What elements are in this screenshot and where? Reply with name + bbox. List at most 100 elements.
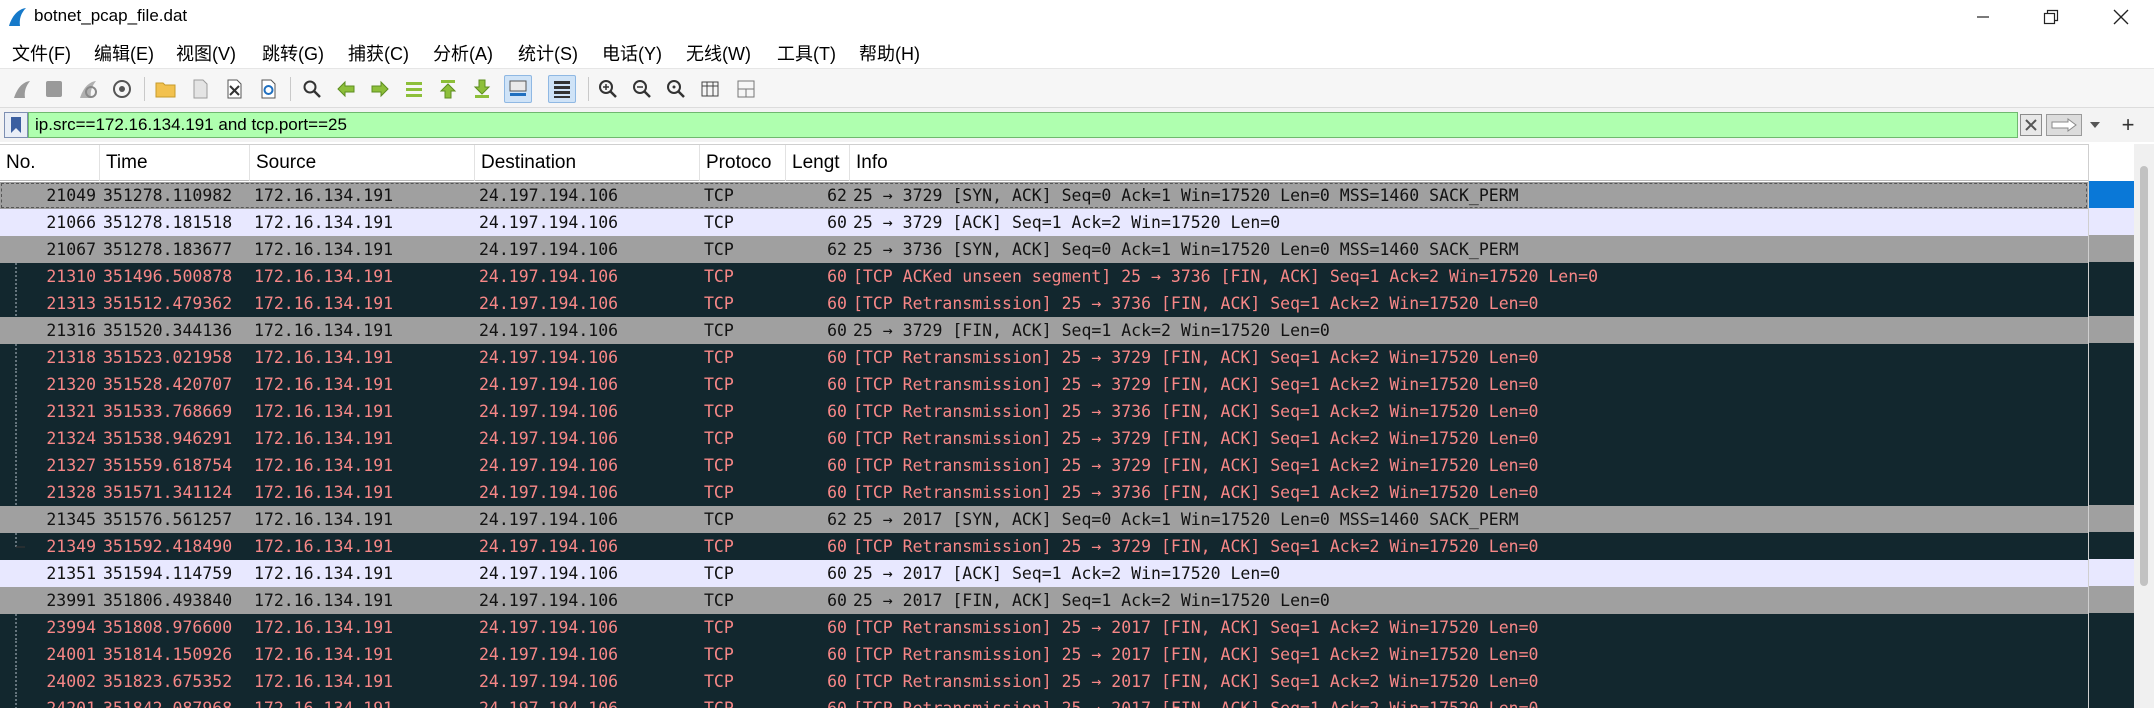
packet-destination: 24.197.194.106 <box>479 618 619 637</box>
minimize-button[interactable] <box>1952 0 2014 34</box>
layout-button[interactable] <box>732 75 760 103</box>
go-back-button[interactable] <box>332 75 360 103</box>
packet-time: 351842.087968 <box>103 695 253 708</box>
column-header-no[interactable]: No. <box>0 145 100 181</box>
menu-file[interactable]: 文件(F) <box>12 40 71 66</box>
packet-source: 172.16.134.191 <box>254 672 394 691</box>
menu-view[interactable]: 视图(V) <box>176 40 236 66</box>
menu-telephony[interactable]: 电话(Y) <box>602 40 662 66</box>
packet-row[interactable]: 24201351842.087968172.16.134.19124.197.1… <box>0 695 2088 708</box>
apply-filter-button[interactable] <box>2046 114 2082 136</box>
packet-row[interactable]: 21049 351278.110982 172.16.134.191 24.197.1… <box>0 182 2088 209</box>
display-filter-bar: ip.src==172.16.134.191 and tcp.port==25 … <box>0 108 2154 142</box>
packet-destination: 24.197.194.106 <box>479 591 619 610</box>
menu-analyze[interactable]: 分析(A) <box>433 40 493 66</box>
packet-row[interactable]: 24002 351823.675352 172.16.134.191 24.197.1… <box>0 668 2088 695</box>
packet-source: 172.16.134.191 <box>254 267 394 286</box>
packet-destination: 24.197.194.106 <box>479 672 619 691</box>
packet-row[interactable]: 21328 351571.341124 172.16.134.191 24.197.1… <box>0 479 2088 506</box>
restore-icon <box>2043 9 2059 25</box>
filter-history-dropdown[interactable] <box>2086 116 2104 134</box>
menu-statistics[interactable]: 统计(S) <box>518 40 578 66</box>
column-header-length[interactable]: Lengt <box>786 145 850 181</box>
packet-row[interactable]: 21321 351533.768669 172.16.134.191 24.197.1… <box>0 398 2088 425</box>
open-file-button[interactable] <box>152 75 180 103</box>
packet-info: 25 → 3729 [FIN, ACK] Seq=1 Ack=2 Win=175… <box>853 321 1330 340</box>
packet-row[interactable]: 23991 351806.493840 172.16.134.191 24.197.1… <box>0 587 2088 614</box>
normal-size-icon <box>667 80 685 98</box>
close-window-button[interactable] <box>2090 0 2152 34</box>
menu-go[interactable]: 跳转(G) <box>262 40 324 66</box>
packet-time: 351594.114759 <box>103 564 233 583</box>
packet-length: 60 <box>827 402 847 421</box>
find-icon <box>303 80 321 98</box>
last-packet-icon <box>473 79 491 98</box>
go-forward-button[interactable] <box>366 75 394 103</box>
packet-minimap[interactable] <box>2088 144 2135 708</box>
packet-info: [TCP Retransmission] 25 → 3729 [FIN, ACK… <box>853 348 1539 367</box>
packet-row[interactable]: 21351 351594.114759 172.16.134.191 24.197.1… <box>0 560 2088 587</box>
add-filter-button-icon[interactable]: + <box>2114 112 2142 138</box>
save-file-button[interactable] <box>186 75 214 103</box>
column-header-source[interactable]: Source <box>250 145 475 181</box>
first-packet-button[interactable] <box>434 75 462 103</box>
packet-row[interactable]: 21320 351528.420707 172.16.134.191 24.197.1… <box>0 371 2088 398</box>
find-packet-button[interactable] <box>298 75 326 103</box>
restart-capture-button[interactable] <box>74 75 102 103</box>
resize-columns-button[interactable] <box>696 75 724 103</box>
packet-row[interactable]: 21318 351523.021958 172.16.134.191 24.197.1… <box>0 344 2088 371</box>
packet-row[interactable]: 21349 351592.418490 172.16.134.191 24.197.1… <box>0 533 2088 560</box>
stop-capture-button[interactable] <box>40 75 68 103</box>
capture-options-button[interactable] <box>108 75 136 103</box>
normal-size-button[interactable] <box>662 75 690 103</box>
packet-row[interactable]: 21310 351496.500878 172.16.134.191 24.197.1… <box>0 263 2088 290</box>
minimap-stripe <box>2089 640 2135 667</box>
zoom-in-button[interactable] <box>594 75 622 103</box>
main-toolbar <box>0 68 2154 108</box>
packet-row[interactable]: 21066 351278.181518 172.16.134.191 24.197.1… <box>0 209 2088 236</box>
last-packet-button[interactable] <box>468 75 496 103</box>
menu-edit[interactable]: 编辑(E) <box>94 40 154 66</box>
packet-row[interactable]: 23994 351808.976600 172.16.134.191 24.197.1… <box>0 614 2088 641</box>
colorize-button[interactable] <box>548 75 576 103</box>
zoom-in-icon <box>599 80 617 98</box>
packet-info: [TCP Retransmission] 25 → 3736 [FIN, ACK… <box>853 402 1539 421</box>
close-file-button[interactable] <box>220 75 248 103</box>
menu-capture[interactable]: 捕获(C) <box>348 40 409 66</box>
packet-row[interactable]: 24001 351814.150926 172.16.134.191 24.197.1… <box>0 641 2088 668</box>
reload-icon <box>261 79 276 99</box>
shark-fin-start-icon <box>14 81 30 98</box>
window-title: botnet_pcap_file.dat <box>34 6 188 25</box>
packet-row[interactable]: 21316 351520.344136 172.16.134.191 24.197.1… <box>0 317 2088 344</box>
menu-tools[interactable]: 工具(T) <box>777 40 836 66</box>
scrollbar-thumb[interactable] <box>2140 166 2148 586</box>
menu-wireless[interactable]: 无线(W) <box>686 40 751 66</box>
minimap-stripe <box>2089 613 2135 640</box>
clear-filter-button[interactable] <box>2020 114 2042 136</box>
column-header-info[interactable]: Info <box>850 145 2088 181</box>
column-header-protocol[interactable]: Protoco <box>700 145 786 181</box>
packet-row[interactable]: 21324 351538.946291 172.16.134.191 24.197.1… <box>0 425 2088 452</box>
start-capture-button[interactable] <box>8 75 36 103</box>
restore-button[interactable] <box>2020 0 2082 34</box>
wireshark-fin-icon <box>9 8 26 26</box>
zoom-out-button[interactable] <box>628 75 656 103</box>
packet-source: 172.16.134.191 <box>254 564 394 583</box>
packet-destination: 24.197.194.106 <box>479 429 619 448</box>
menu-help[interactable]: 帮助(H) <box>859 40 920 66</box>
go-to-packet-button[interactable] <box>400 75 428 103</box>
display-filter-input[interactable]: ip.src==172.16.134.191 and tcp.port==25 <box>28 112 2018 138</box>
column-header-destination[interactable]: Destination <box>475 145 700 181</box>
packet-row[interactable]: 21327 351559.618754 172.16.134.191 24.197.1… <box>0 452 2088 479</box>
packet-row[interactable]: 21345 351576.561257 172.16.134.191 24.197.1… <box>0 506 2088 533</box>
packet-protocol: TCP <box>704 294 734 313</box>
filter-bookmark-button[interactable] <box>4 112 28 138</box>
column-header-time[interactable]: Time <box>100 145 250 181</box>
autoscroll-button[interactable] <box>504 75 532 103</box>
packet-info: [TCP Retransmission] 25 → 2017 [FIN, ACK… <box>853 695 2083 708</box>
vertical-scrollbar[interactable] <box>2134 144 2154 708</box>
reload-file-button[interactable] <box>254 75 282 103</box>
packet-number: 21345 <box>46 510 96 529</box>
packet-row[interactable]: 21067 351278.183677 172.16.134.191 24.197.1… <box>0 236 2088 263</box>
packet-row[interactable]: 21313 351512.479362 172.16.134.191 24.197.1… <box>0 290 2088 317</box>
